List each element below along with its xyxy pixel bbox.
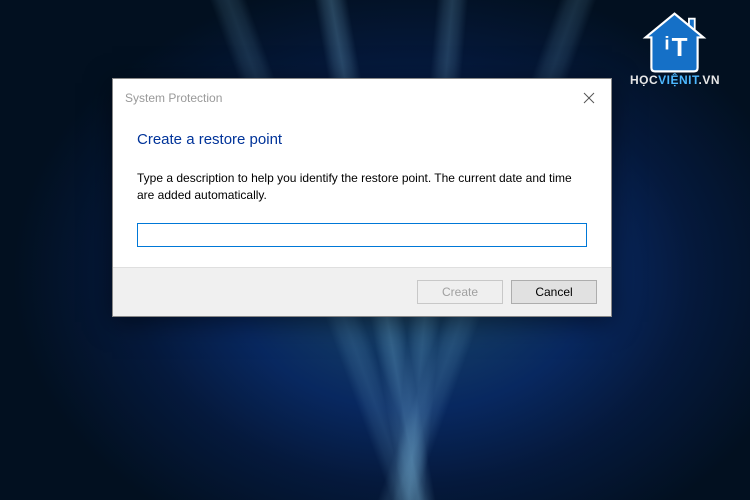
dialog-body: Create a restore point Type a descriptio… [113,115,611,267]
brand-watermark: i T HỌCVIỆNIT.VN [630,10,720,87]
dialog-footer: Create Cancel [113,267,611,316]
dialog-titlebar: System Protection [113,79,611,115]
system-protection-dialog: System Protection Create a restore point… [112,78,612,317]
dialog-title: System Protection [125,91,222,105]
brand-text: HỌCVIỆNIT.VN [630,73,720,87]
dialog-heading: Create a restore point [137,131,587,148]
house-icon: i T [637,10,712,75]
close-button[interactable] [574,87,604,109]
create-button[interactable]: Create [417,280,503,304]
svg-text:T: T [672,32,688,62]
cancel-button[interactable]: Cancel [511,280,597,304]
svg-text:i: i [665,33,670,54]
dialog-description: Type a description to help you identify … [137,170,587,205]
description-input[interactable] [137,223,587,247]
close-icon [583,92,595,104]
